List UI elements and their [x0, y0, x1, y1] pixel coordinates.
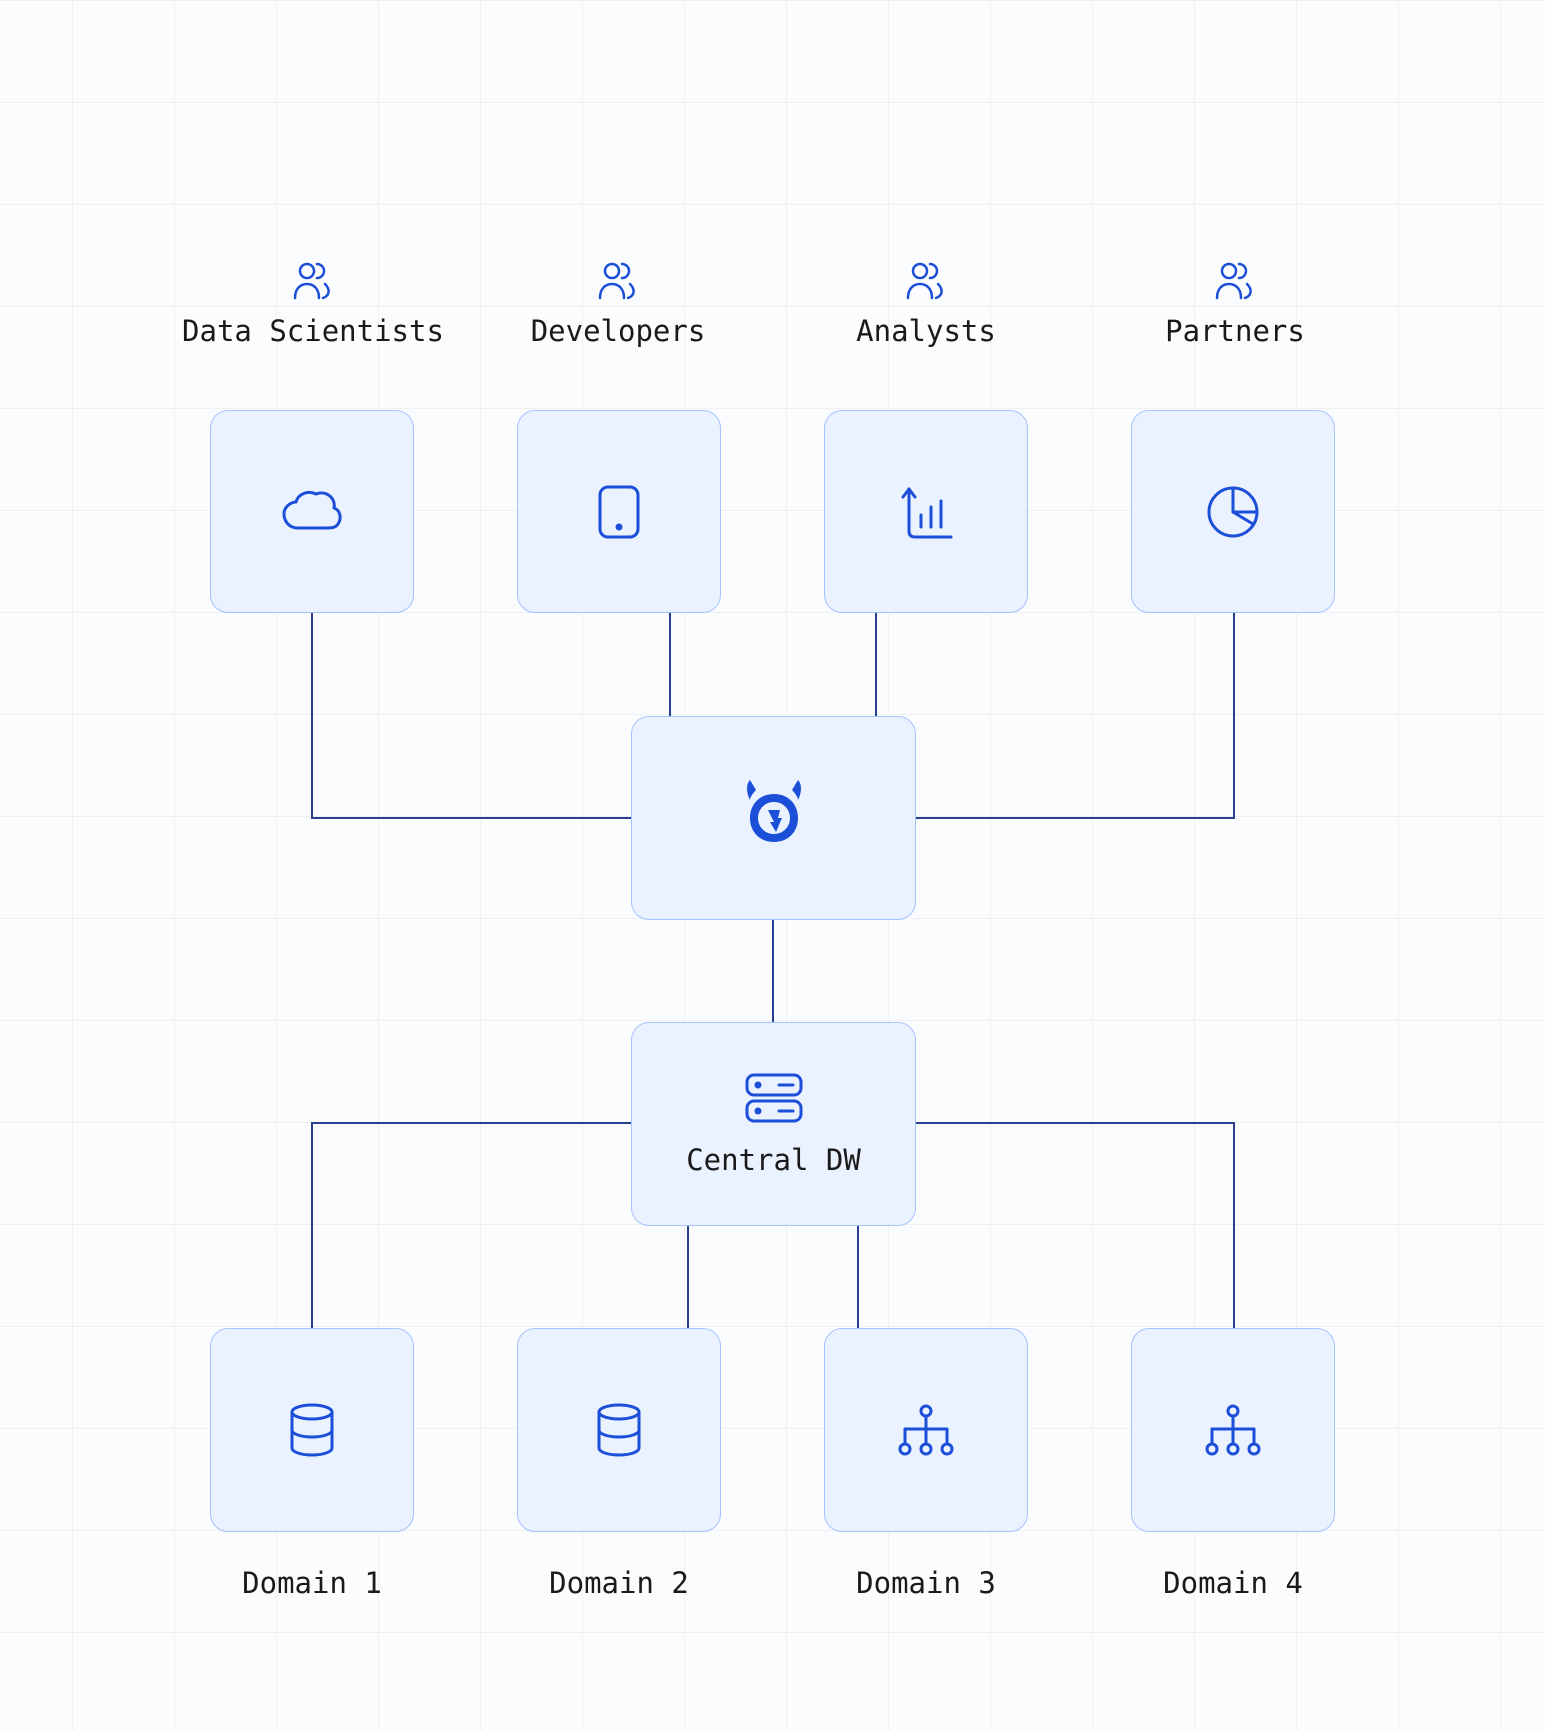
domain-3-label: Domain 3: [824, 1566, 1028, 1600]
domain-3-node: [824, 1328, 1028, 1532]
chart-bar-up-icon: [897, 483, 955, 541]
persona-developers: Developers: [504, 260, 732, 348]
persona-analysts: Analysts: [828, 260, 1024, 348]
domain-2-node: [517, 1328, 721, 1532]
domain-1-label: Domain 1: [210, 1566, 414, 1600]
persona-label: Analysts: [856, 314, 996, 348]
pie-chart-icon: [1205, 484, 1261, 540]
hierarchy-icon: [1202, 1403, 1264, 1457]
users-icon: [291, 260, 335, 300]
persona-label: Developers: [531, 314, 706, 348]
domain-4-node: [1131, 1328, 1335, 1532]
tablet-icon: [596, 483, 642, 541]
database-icon: [288, 1402, 336, 1458]
node-label: Central DW: [686, 1143, 861, 1177]
consumer-analytics-node: [824, 410, 1028, 613]
consumer-cloud-node: [210, 410, 414, 613]
users-icon: [596, 260, 640, 300]
database-icon: [595, 1402, 643, 1458]
diagram-canvas: Data Scientists Developers Analysts: [0, 0, 1545, 1731]
central-dw-node: Central DW: [631, 1022, 916, 1226]
cloud-icon: [280, 488, 344, 536]
users-icon: [1213, 260, 1257, 300]
domain-2-label: Domain 2: [517, 1566, 721, 1600]
persona-label: Partners: [1165, 314, 1305, 348]
server-icon: [743, 1071, 805, 1125]
hub-node: [631, 716, 916, 920]
persona-label: Data Scientists: [182, 314, 444, 348]
persona-data-scientists: Data Scientists: [160, 260, 466, 348]
consumer-reports-node: [1131, 410, 1335, 613]
hasura-icon: [736, 780, 812, 856]
hierarchy-icon: [895, 1403, 957, 1457]
persona-partners: Partners: [1140, 260, 1330, 348]
domain-1-node: [210, 1328, 414, 1532]
domain-4-label: Domain 4: [1131, 1566, 1335, 1600]
users-icon: [904, 260, 948, 300]
consumer-app-node: [517, 410, 721, 613]
